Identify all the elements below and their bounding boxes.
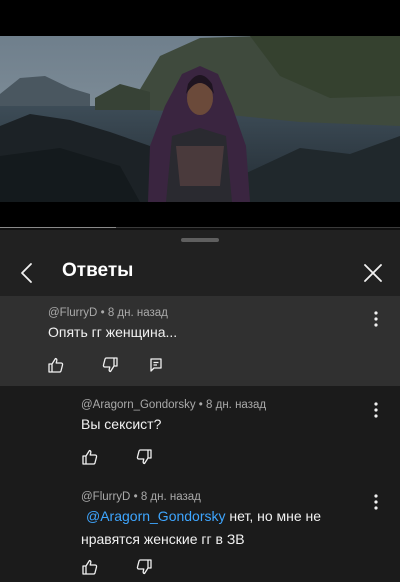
comment-text: Вы сексист?: [81, 416, 162, 432]
user-mention-link[interactable]: @Aragorn_Gondorsky: [86, 508, 226, 524]
comment-author[interactable]: @FlurryD: [48, 307, 97, 319]
video-frame: [0, 36, 400, 202]
video-player[interactable]: [0, 0, 400, 228]
thumb-down-icon[interactable]: [134, 447, 154, 467]
thumb-up-icon[interactable]: [80, 447, 100, 467]
video-progress-bar[interactable]: [0, 227, 400, 228]
meta-separator: •: [133, 491, 138, 503]
comment-time: 8 дн. назад: [107, 307, 168, 319]
comment-author[interactable]: @FlurryD: [81, 491, 130, 503]
thumb-up-icon[interactable]: [46, 355, 66, 375]
meta-separator: •: [100, 307, 105, 319]
more-vertical-icon[interactable]: [366, 308, 386, 330]
comment-meta: @Aragorn_Gondorsky • 8 дн. назад: [81, 399, 266, 411]
more-vertical-icon[interactable]: [366, 399, 386, 421]
reply-comment-icon[interactable]: [146, 355, 166, 375]
meta-separator: •: [198, 399, 203, 411]
parent-comment: @FlurryD • 8 дн. назад Опять гг женщина.…: [0, 296, 400, 386]
replies-panel: Ответы @FlurryD • 8 дн. назад Опять гг ж…: [0, 230, 400, 582]
reply-comment: @Aragorn_Gondorsky • 8 дн. назад Вы секс…: [0, 386, 400, 478]
more-vertical-icon[interactable]: [366, 491, 386, 513]
comment-text: @Aragorn_Gondorsky нет, но мне не: [86, 506, 321, 527]
replies-header: Ответы: [0, 250, 400, 294]
thumb-up-icon[interactable]: [80, 557, 100, 577]
comment-meta: @FlurryD • 8 дн. назад: [48, 307, 168, 319]
reply-comment: @FlurryD • 8 дн. назад @Aragorn_Gondorsk…: [0, 478, 400, 582]
comment-meta: @FlurryD • 8 дн. назад: [81, 491, 201, 503]
video-progress-fill: [0, 227, 116, 228]
comment-text-line1: нет, но мне не: [225, 508, 322, 524]
thumb-down-icon[interactable]: [100, 355, 120, 375]
close-icon[interactable]: [358, 258, 388, 288]
comment-text-line2: нравятся женские гг в ЗВ: [81, 531, 245, 547]
comment-time: 8 дн. назад: [206, 399, 267, 411]
chevron-left-icon[interactable]: [12, 258, 42, 288]
drag-handle[interactable]: [181, 238, 219, 242]
page-title: Ответы: [62, 260, 134, 281]
comment-text: Опять гг женщина...: [48, 324, 178, 340]
comment-time: 8 дн. назад: [140, 491, 201, 503]
thumb-down-icon[interactable]: [134, 557, 154, 577]
comment-author[interactable]: @Aragorn_Gondorsky: [81, 399, 196, 411]
